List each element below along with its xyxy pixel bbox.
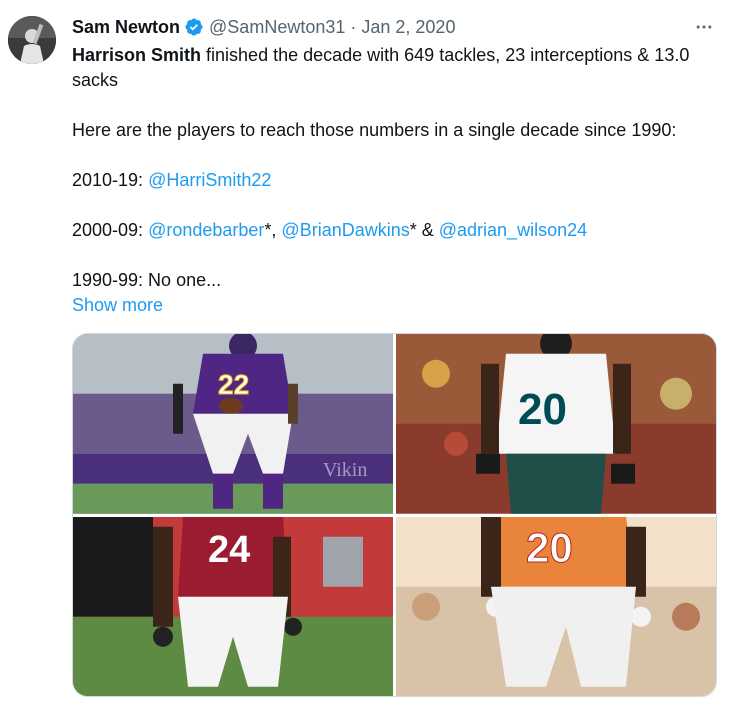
- photo-cardinals-player: 24: [73, 516, 393, 696]
- jersey-number-3: 24: [208, 528, 250, 570]
- mention-rondebarber[interactable]: @rondebarber: [148, 220, 264, 240]
- decade-2010-label: 2010-19:: [72, 170, 149, 190]
- tweet-paragraph-4: 2000-09: @rondebarber*, @BrianDawkins* &…: [72, 218, 720, 243]
- jersey-number-4: 20: [526, 523, 573, 570]
- media-photo-4[interactable]: 20: [396, 516, 716, 696]
- photo-buccaneers-player: 20: [396, 516, 716, 696]
- tweet-paragraph-2: Here are the players to reach those numb…: [72, 120, 677, 140]
- separator-dot: ·: [350, 16, 357, 37]
- tweet-text: Harrison Smith finished the decade with …: [72, 43, 720, 318]
- photo-vikings-player: Vikin 22: [73, 334, 393, 514]
- media-photo-2[interactable]: 20: [396, 334, 716, 514]
- tweet[interactable]: Sam Newton @SamNewton31 · Jan 2, 2020 Ha…: [0, 0, 734, 713]
- tweet-paragraph-5: 1990-99: No one...: [72, 270, 222, 290]
- bold-name: Harrison Smith: [72, 45, 202, 65]
- separator-text-1: *,: [264, 220, 282, 240]
- tweet-date[interactable]: Jan 2, 2020: [361, 17, 455, 38]
- tweet-header: Sam Newton @SamNewton31 · Jan 2, 2020: [72, 14, 720, 40]
- jersey-number-1: 22: [218, 369, 249, 400]
- more-horizontal-icon[interactable]: [694, 14, 714, 40]
- handle[interactable]: @SamNewton31: [209, 17, 345, 38]
- mention-harrismith22[interactable]: @HarriSmith22: [148, 170, 271, 190]
- photo-eagles-player: 20: [396, 334, 716, 514]
- separator-text-2: * &: [409, 220, 439, 240]
- verified-badge-icon: [184, 17, 204, 37]
- decade-2000-label: 2000-09:: [72, 220, 149, 240]
- media-photo-1[interactable]: Vikin 22: [73, 334, 393, 514]
- tweet-paragraph-3: 2010-19: @HarriSmith22: [72, 168, 720, 193]
- jersey-number-2: 20: [518, 385, 567, 434]
- show-more-link[interactable]: Show more: [72, 293, 163, 318]
- media-grid: Vikin 22 20 24 20: [72, 333, 717, 697]
- avatar[interactable]: [8, 16, 56, 64]
- tweet-paragraph-1: Harrison Smith finished the decade with …: [72, 43, 720, 93]
- avatar-image: [8, 16, 56, 64]
- display-name[interactable]: Sam Newton: [72, 17, 180, 38]
- media-photo-3[interactable]: 24: [73, 516, 393, 696]
- mention-adrian-wilson24[interactable]: @adrian_wilson24: [439, 220, 587, 240]
- mention-briandawkins[interactable]: @BrianDawkins: [281, 220, 409, 240]
- svg-text:Vikin: Vikin: [323, 459, 367, 481]
